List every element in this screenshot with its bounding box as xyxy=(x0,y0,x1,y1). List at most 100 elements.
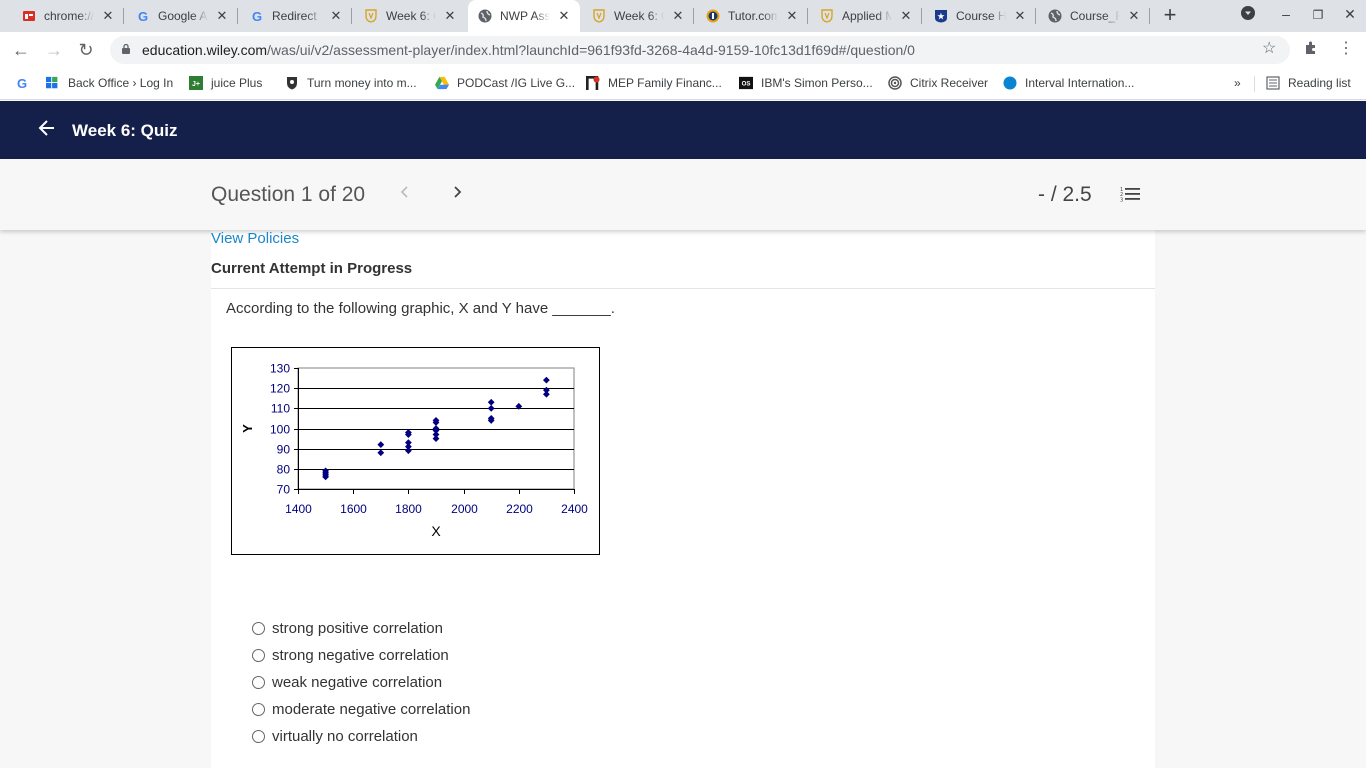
bookmark-item[interactable]: Citrix Receiver xyxy=(888,76,988,90)
tab-title: Course_F xyxy=(1070,9,1120,23)
close-tab-icon[interactable]: ✕ xyxy=(1126,8,1142,24)
bookmark-item[interactable]: Turn money into m... xyxy=(285,76,417,90)
scatter-plot-svg: 70 80 90 100 110 120 130 1400 1600 1800 2000 2200 24… xyxy=(240,362,588,540)
university-shield-icon xyxy=(364,9,378,23)
tab-search-icon[interactable] xyxy=(1238,6,1258,23)
bookmark-label: juice Plus xyxy=(211,76,263,90)
answer-radio[interactable] xyxy=(252,649,265,662)
browser-tab[interactable]: G Google A ✕ xyxy=(126,0,238,32)
browser-tab[interactable]: chrome:// ✕ xyxy=(12,0,124,32)
browser-tab[interactable]: NWP Ass ✕ xyxy=(468,0,580,32)
close-tab-icon[interactable]: ✕ xyxy=(100,8,116,24)
y-tick-label: 80 xyxy=(277,463,291,477)
back-arrow-icon[interactable] xyxy=(38,119,56,142)
view-policies-link[interactable]: View Policies xyxy=(211,230,299,247)
close-tab-icon[interactable]: ✕ xyxy=(1012,8,1028,24)
tab-title: NWP Ass xyxy=(500,9,550,23)
browser-tab[interactable]: G Redirect ✕ xyxy=(240,0,352,32)
tab-separator xyxy=(807,8,808,24)
browser-tab[interactable]: Tutor.com ✕ xyxy=(696,0,808,32)
globe-icon xyxy=(1048,9,1062,23)
x-tick-label: 1800 xyxy=(395,502,422,516)
university-shield-icon xyxy=(592,9,606,23)
reload-icon[interactable]: ↻ xyxy=(74,38,98,62)
forward-arrow-icon[interactable]: → xyxy=(42,38,66,62)
y-tick-label: 100 xyxy=(270,423,290,437)
browser-tab[interactable]: Week 6: Q ✕ xyxy=(582,0,694,32)
bookmark-item[interactable]: PODCast /IG Live G... xyxy=(435,76,575,90)
restore-button[interactable]: ❐ xyxy=(1308,8,1328,22)
address-bar[interactable]: education.wiley.com/was/ui/v2/assessment… xyxy=(110,36,1290,64)
close-tab-icon[interactable]: ✕ xyxy=(442,8,458,24)
question-list-icon[interactable]: 1 2 3 xyxy=(1120,186,1140,207)
back-arrow-icon[interactable]: ← xyxy=(9,38,33,62)
answer-radio[interactable] xyxy=(252,730,265,743)
answer-option[interactable]: strong positive correlation xyxy=(252,615,470,642)
browser-tab[interactable]: Course_F ✕ xyxy=(1038,0,1150,32)
bookmark-label: PODCast /IG Live G... xyxy=(457,76,576,90)
next-question-button[interactable] xyxy=(452,183,462,206)
browser-tab[interactable]: Week 6: Q ✕ xyxy=(354,0,466,32)
close-window-button[interactable]: ✕ xyxy=(1340,6,1360,23)
answer-option[interactable]: virtually no correlation xyxy=(252,723,470,750)
quiz-title: Week 6: Quiz xyxy=(72,121,178,140)
tab-title: Week 6: Q xyxy=(614,9,664,23)
bookmark-item[interactable]: Back Office › Log In xyxy=(46,76,173,90)
reading-list-button[interactable]: Reading list xyxy=(1266,76,1351,90)
blue-dot-icon xyxy=(1003,76,1017,90)
close-tab-icon[interactable]: ✕ xyxy=(670,8,686,24)
blue-star-shield-icon: ★ xyxy=(934,9,948,23)
close-tab-icon[interactable]: ✕ xyxy=(328,8,344,24)
question-counter: Question 1 of 20 xyxy=(211,183,366,206)
minimize-button[interactable]: – xyxy=(1276,6,1296,22)
bookmark-item[interactable]: Interval Internation... xyxy=(1003,76,1134,90)
close-tab-icon[interactable]: ✕ xyxy=(784,8,800,24)
y-axis-title: Y xyxy=(240,424,255,433)
bookmarks-overflow-button[interactable]: » xyxy=(1234,76,1241,90)
url-host: education.wiley.com xyxy=(142,42,268,58)
bookmarks-bar: G Back Office › Log In J+ juice Plus Turn m… xyxy=(0,68,1366,100)
previous-question-button[interactable] xyxy=(400,183,410,206)
tab-title: Week 6: Q xyxy=(386,9,436,23)
y-tick-label: 110 xyxy=(271,402,290,416)
answer-label: strong negative correlation xyxy=(272,647,449,664)
google-apps-bookmark[interactable]: G xyxy=(15,76,37,91)
scatter-chart: 70 80 90 100 110 120 130 1400 1600 1800 2000 2200 24… xyxy=(231,347,600,555)
answer-radio[interactable] xyxy=(252,622,265,635)
x-tick-label: 2200 xyxy=(506,502,533,516)
reading-list-icon xyxy=(1266,76,1280,90)
bookmarks-separator xyxy=(1254,76,1255,92)
close-tab-icon[interactable]: ✕ xyxy=(556,8,572,24)
bookmark-item[interactable]: MEP Family Financ... xyxy=(586,76,722,90)
answer-radio[interactable] xyxy=(252,676,265,689)
tab-title: Course H xyxy=(956,9,1006,23)
browser-menu-icon[interactable]: ⋮ xyxy=(1338,38,1354,58)
url-path: /was/ui/v2/assessment-player/index.html?… xyxy=(267,42,915,58)
url-text: education.wiley.com/was/ui/v2/assessment… xyxy=(142,42,915,58)
svg-text:★: ★ xyxy=(937,12,945,21)
answer-option[interactable]: moderate negative correlation xyxy=(252,696,470,723)
browser-tab[interactable]: Applied M ✕ xyxy=(810,0,922,32)
bookmark-item[interactable]: OS IBM's Simon Perso... xyxy=(739,76,873,90)
bookmark-star-icon[interactable]: ☆ xyxy=(1262,38,1276,58)
browser-toolbar: ← → ↻ education.wiley.com/was/ui/v2/asse… xyxy=(0,32,1366,68)
answer-option[interactable]: weak negative correlation xyxy=(252,669,470,696)
browser-tab[interactable]: ★ Course H ✕ xyxy=(924,0,1036,32)
bookmark-item[interactable]: J+ juice Plus xyxy=(189,76,262,90)
bookmark-label: Back Office › Log In xyxy=(68,76,174,90)
tab-separator xyxy=(921,8,922,24)
new-tab-button[interactable]: + xyxy=(1158,4,1182,28)
close-tab-icon[interactable]: ✕ xyxy=(898,8,914,24)
x-tick-label: 2400 xyxy=(561,502,588,516)
answer-option[interactable]: strong negative correlation xyxy=(252,642,470,669)
tutor-icon xyxy=(706,9,720,23)
tab-title: Applied M xyxy=(842,9,892,23)
y-tick-label: 130 xyxy=(270,362,290,376)
close-tab-icon[interactable]: ✕ xyxy=(214,8,230,24)
svg-text:OS: OS xyxy=(742,81,751,88)
y-tick-label: 90 xyxy=(277,443,291,457)
answer-label: weak negative correlation xyxy=(272,674,443,691)
extensions-puzzle-icon[interactable] xyxy=(1303,40,1319,59)
answer-radio[interactable] xyxy=(252,703,265,716)
tab-title: Redirect xyxy=(272,9,317,23)
